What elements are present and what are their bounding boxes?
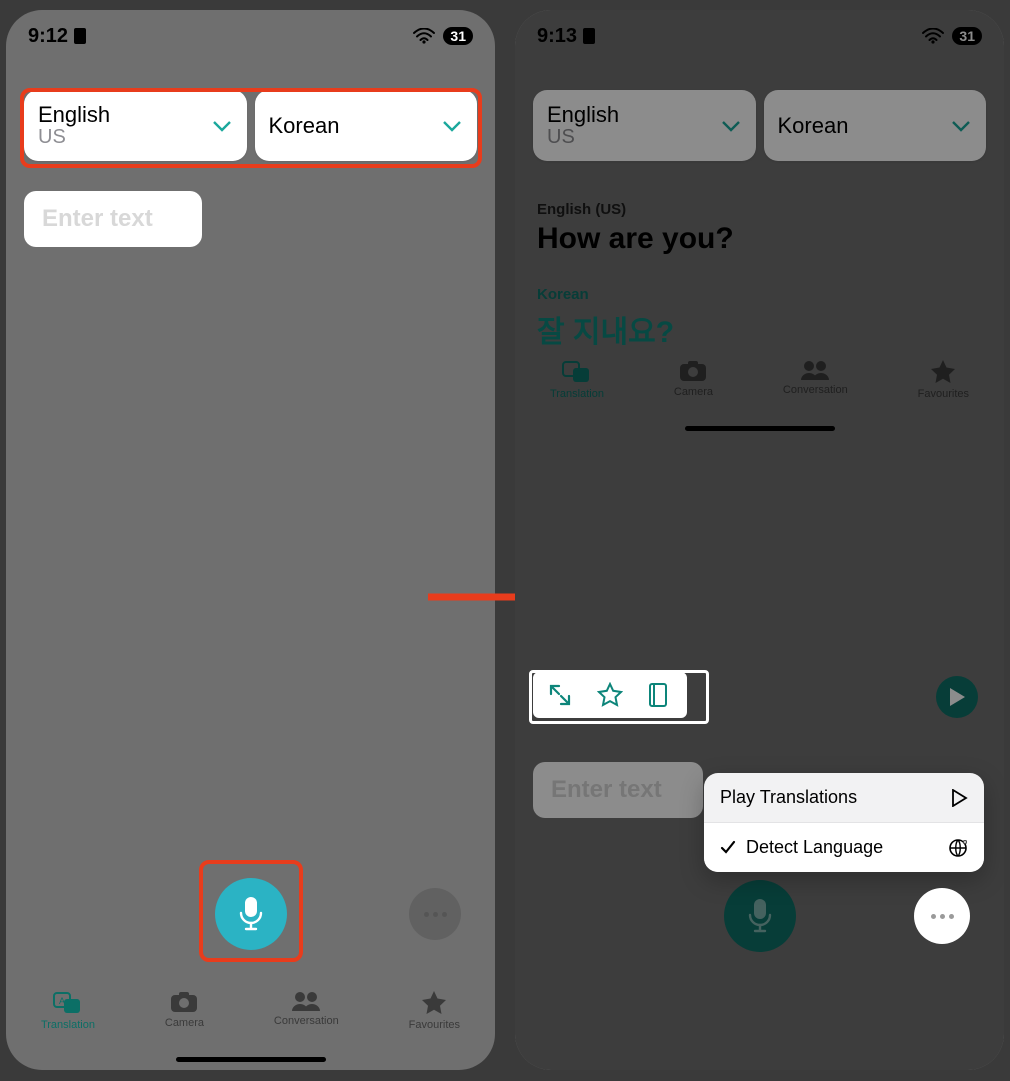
tab-label: Camera — [165, 1017, 204, 1029]
microphone-button[interactable] — [215, 878, 287, 950]
text-input[interactable]: Enter text — [24, 191, 202, 247]
tab-bar: A Translation Camera Conversation Favour… — [6, 982, 495, 1070]
tab-conversation[interactable]: Conversation — [274, 990, 339, 1027]
expand-icon[interactable] — [547, 682, 573, 708]
wifi-icon — [413, 28, 435, 44]
menu-item-label: Detect Language — [746, 837, 883, 858]
more-options-button[interactable] — [914, 888, 970, 944]
menu-item-play-translations[interactable]: Play Translations — [704, 773, 984, 822]
ellipsis-icon — [931, 914, 954, 919]
microphone-icon — [236, 895, 266, 933]
book-icon[interactable] — [647, 682, 673, 708]
tab-translation[interactable]: A Translation — [41, 990, 95, 1031]
star-outline-icon[interactable] — [597, 682, 623, 708]
menu-item-detect-language[interactable]: Detect Language — [704, 822, 984, 872]
camera-icon — [169, 990, 199, 1014]
more-options-button[interactable] — [409, 888, 461, 940]
star-icon — [421, 990, 447, 1016]
sim-icon — [74, 28, 86, 44]
home-indicator — [176, 1057, 326, 1062]
bottom-controls — [6, 878, 495, 950]
status-time: 9:12 — [28, 25, 68, 48]
target-language-name: Korean — [269, 113, 340, 139]
status-bar: 9:12 31 — [6, 10, 495, 56]
tab-label: Conversation — [274, 1015, 339, 1027]
target-language-selector[interactable]: Korean — [255, 90, 478, 161]
translation-actions — [533, 672, 687, 718]
chevron-down-icon — [441, 119, 463, 133]
ellipsis-icon — [424, 912, 447, 917]
screenshot-left: 9:12 31 English US Korean — [6, 10, 495, 1070]
source-language-name: English — [38, 102, 110, 128]
svg-text:A: A — [59, 996, 65, 1006]
tab-label: Translation — [41, 1019, 95, 1031]
tab-camera[interactable]: Camera — [165, 990, 204, 1029]
chevron-down-icon — [211, 119, 233, 133]
language-selector-row: English US Korean — [24, 90, 477, 161]
globe-icon — [948, 838, 968, 858]
more-options-menu: Play Translations Detect Language — [704, 773, 984, 872]
translate-icon: A — [53, 990, 83, 1016]
tab-favourites[interactable]: Favourites — [409, 990, 460, 1031]
checkmark-icon — [720, 840, 736, 856]
people-icon — [290, 990, 322, 1012]
battery-level: 31 — [443, 27, 473, 45]
menu-item-label: Play Translations — [720, 787, 857, 808]
source-language-sub: US — [38, 126, 110, 149]
tab-label: Favourites — [409, 1019, 460, 1031]
play-outline-icon — [950, 789, 968, 807]
source-language-selector[interactable]: English US — [24, 90, 247, 161]
screenshot-right: 9:13 31 English US Korean — [515, 10, 1004, 1070]
